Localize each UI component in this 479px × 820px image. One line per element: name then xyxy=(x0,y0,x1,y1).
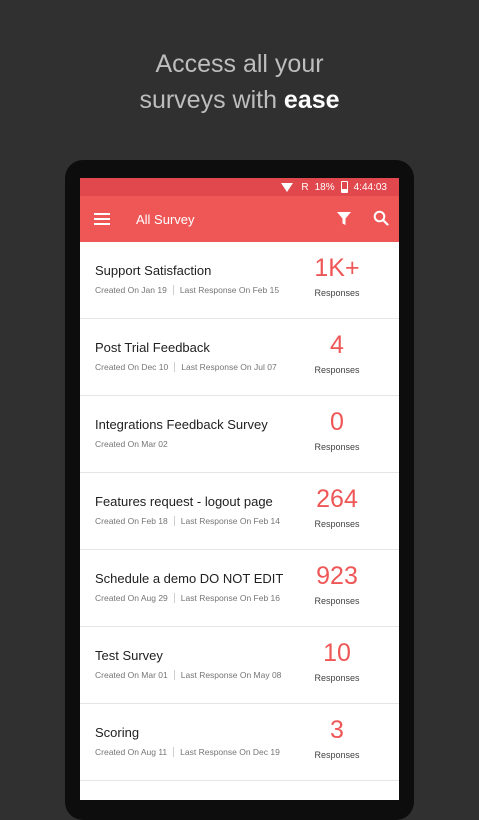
survey-meta: Created On Feb 18 Last Response On Feb 1… xyxy=(95,516,280,526)
response-count: 0 xyxy=(330,408,344,436)
search-icon[interactable] xyxy=(373,210,389,226)
response-count: 10 xyxy=(323,639,351,667)
response-count: 3 xyxy=(330,716,344,744)
survey-meta: Created On Mar 01 Last Response On May 0… xyxy=(95,670,281,680)
created-date: Created On Aug 29 xyxy=(95,593,168,603)
survey-meta: Created On Aug 11 Last Response On Dec 1… xyxy=(95,747,280,757)
response-count: 4 xyxy=(330,331,344,359)
promo-line-2-text: surveys with xyxy=(139,86,284,114)
menu-icon[interactable] xyxy=(94,210,110,228)
response-count: 923 xyxy=(316,562,358,590)
meta-divider xyxy=(173,747,175,757)
survey-list: Support Satisfaction Created On Jan 19 L… xyxy=(80,242,399,800)
survey-title: Schedule a demo DO NOT EDIT xyxy=(95,571,284,586)
wifi-icon xyxy=(281,182,294,192)
clock: 4:44:03 xyxy=(353,181,387,193)
status-bar: R 18% 4:44:03 xyxy=(80,178,399,196)
survey-row[interactable]: Scoring Created On Aug 11 Last Response … xyxy=(80,704,399,781)
last-response-date: Last Response On Dec 19 xyxy=(180,747,280,757)
battery-icon xyxy=(340,181,348,193)
created-date: Created On Mar 01 xyxy=(95,670,168,680)
meta-divider xyxy=(173,593,175,603)
last-response-date: Last Response On Feb 16 xyxy=(180,593,281,603)
survey-title: Post Trial Feedback xyxy=(95,340,210,355)
meta-divider xyxy=(174,362,176,372)
promo-headline: Access all your surveys with ease xyxy=(0,46,479,118)
created-date: Created On Mar 02 xyxy=(95,439,168,449)
response-count: 264 xyxy=(316,485,358,513)
promo-line-2-bold: ease xyxy=(283,86,340,114)
survey-row[interactable]: Post Trial Feedback Created On Dec 10 La… xyxy=(80,319,399,396)
meta-divider xyxy=(173,516,175,526)
created-date: Created On Feb 18 xyxy=(95,516,168,526)
survey-title: Test Survey xyxy=(95,648,163,663)
response-label: Responses xyxy=(314,519,360,529)
survey-meta: Created On Aug 29 Last Response On Feb 1… xyxy=(95,593,280,603)
app-screen: R 18% 4:44:03 All Survey Support Satisfa… xyxy=(80,178,399,800)
survey-meta: Created On Jan 19 Last Response On Feb 1… xyxy=(95,285,279,295)
last-response-date: Last Response On Feb 15 xyxy=(179,285,280,295)
response-label: Responses xyxy=(314,750,360,760)
promo-line-1: Access all your xyxy=(155,50,324,78)
created-date: Created On Dec 10 xyxy=(95,362,169,372)
response-count: 1K+ xyxy=(314,254,360,282)
app-toolbar: All Survey xyxy=(80,196,399,242)
survey-row[interactable]: Features request - logout page Created O… xyxy=(80,473,399,550)
survey-meta: Created On Dec 10 Last Response On Jul 0… xyxy=(95,362,277,372)
last-response-date: Last Response On May 08 xyxy=(180,670,282,680)
last-response-date: Last Response On Jul 07 xyxy=(181,362,277,372)
promo-line-2: surveys with ease xyxy=(0,82,479,118)
survey-title: Support Satisfaction xyxy=(95,263,212,278)
survey-meta: Created On Mar 02 xyxy=(95,439,168,449)
network-indicator: R xyxy=(301,181,309,193)
battery-percent: 18% xyxy=(314,181,335,193)
toolbar-title: All Survey xyxy=(136,211,195,227)
survey-row-partial[interactable] xyxy=(80,781,399,800)
response-label: Responses xyxy=(314,288,360,298)
survey-title: Integrations Feedback Survey xyxy=(95,417,268,432)
filter-icon[interactable] xyxy=(337,212,351,226)
survey-row[interactable]: Test Survey Created On Mar 01 Last Respo… xyxy=(80,627,399,704)
meta-divider xyxy=(172,285,174,295)
response-label: Responses xyxy=(314,596,360,606)
survey-row[interactable]: Support Satisfaction Created On Jan 19 L… xyxy=(80,242,399,319)
survey-title: Features request - logout page xyxy=(95,494,273,509)
survey-row[interactable]: Integrations Feedback Survey Created On … xyxy=(80,396,399,473)
response-label: Responses xyxy=(314,673,360,683)
created-date: Created On Aug 11 xyxy=(95,747,168,757)
survey-title: Scoring xyxy=(95,725,140,740)
response-label: Responses xyxy=(314,365,360,375)
meta-divider xyxy=(173,670,175,680)
created-date: Created On Jan 19 xyxy=(95,285,167,295)
response-label: Responses xyxy=(314,442,360,452)
survey-row[interactable]: Schedule a demo DO NOT EDIT Created On A… xyxy=(80,550,399,627)
last-response-date: Last Response On Feb 14 xyxy=(180,516,280,526)
